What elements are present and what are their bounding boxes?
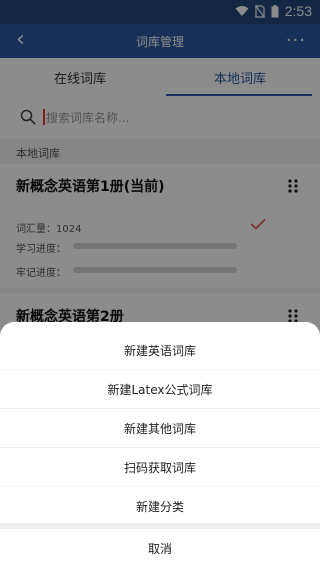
new-english-library-button[interactable]: 新建英语词库 bbox=[0, 332, 320, 370]
new-category-button[interactable]: 新建分类 bbox=[0, 488, 320, 526]
scan-qr-library-button[interactable]: 扫码获取词库 bbox=[0, 449, 320, 487]
new-latex-library-button[interactable]: 新建Latex公式词库 bbox=[0, 371, 320, 409]
action-sheet: 新建英语词库 新建Latex公式词库 新建其他词库 扫码获取词库 新建分类 取消 bbox=[0, 322, 320, 569]
cancel-button[interactable]: 取消 bbox=[0, 529, 320, 569]
new-other-library-button[interactable]: 新建其他词库 bbox=[0, 410, 320, 448]
